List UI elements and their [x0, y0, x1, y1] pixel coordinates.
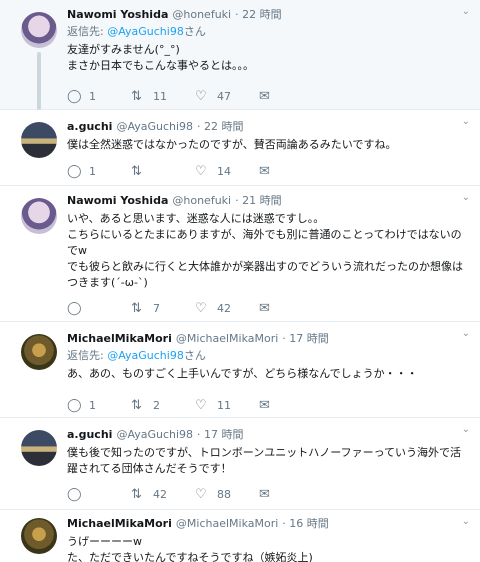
handle[interactable]: @AyaGuchi98: [116, 428, 193, 441]
reply-button[interactable]: ◯: [67, 301, 131, 316]
reply-to: 返信先: @AyaGuchi98さん: [67, 25, 206, 38]
avatar[interactable]: [21, 12, 57, 48]
reply-icon: ◯: [67, 486, 82, 502]
retweet-button[interactable]: ⇅ 11: [131, 89, 195, 104]
timestamp[interactable]: · 22 時間: [197, 120, 244, 133]
tweet-text: 僕も後で知ったのですが、トロンボーンユニットハノーファーっていう海外で活躍されて…: [67, 446, 462, 475]
retweet-button[interactable]: ⇅: [131, 164, 195, 179]
handle[interactable]: @MichaelMikaMori: [176, 332, 278, 345]
reply-to: 返信先: @AyaGuchi98さん: [67, 349, 206, 362]
like-button[interactable]: ♡ 11: [195, 398, 259, 413]
heart-icon: ♡: [195, 163, 207, 179]
like-button[interactable]: ♡ 14: [195, 164, 259, 179]
avatar[interactable]: [21, 430, 57, 466]
envelope-icon: ✉: [259, 88, 270, 104]
envelope-icon: ✉: [259, 163, 270, 179]
retweet-icon: ⇅: [131, 397, 142, 413]
dm-button[interactable]: ✉: [259, 89, 279, 104]
reply-icon: ◯: [67, 300, 82, 316]
handle[interactable]: @honefuki: [172, 8, 231, 21]
heart-icon: ♡: [195, 88, 207, 104]
heart-icon: ♡: [195, 300, 207, 316]
dm-button[interactable]: ✉: [259, 398, 279, 413]
reply-button[interactable]: ◯: [67, 487, 131, 502]
tweet-text: いや、あると思います、迷惑な人には迷惑ですし。。 こちらにいるとたまにありますが…: [67, 212, 463, 289]
avatar[interactable]: [21, 198, 57, 234]
envelope-icon: ✉: [259, 397, 270, 413]
display-name[interactable]: a.guchi: [67, 120, 112, 133]
reply-button[interactable]: ◯ 1: [67, 398, 131, 413]
retweet-icon: ⇅: [131, 163, 142, 179]
thread-line: [37, 52, 41, 110]
timestamp[interactable]: · 16 時間: [282, 517, 329, 530]
reply-icon: ◯: [67, 88, 82, 104]
retweet-button[interactable]: ⇅ 2: [131, 398, 195, 413]
retweet-icon: ⇅: [131, 300, 142, 316]
tweet-text: 僕は全然迷惑ではなかったのですが、賛否両論あるみたいですね。: [67, 138, 397, 151]
like-button[interactable]: ♡ 42: [195, 301, 259, 316]
reply-button[interactable]: ◯ 1: [67, 164, 131, 179]
display-name[interactable]: a.guchi: [67, 428, 112, 441]
timestamp[interactable]: · 17 時間: [282, 332, 329, 345]
avatar[interactable]: [21, 518, 57, 554]
tweet-text: うげーーーーw た、ただできいたんですねそうですね（嫉妬炎上): [67, 535, 313, 562]
dm-button[interactable]: ✉: [259, 164, 279, 179]
like-button[interactable]: ♡ 47: [195, 89, 259, 104]
retweet-button[interactable]: ⇅ 42: [131, 487, 195, 502]
avatar[interactable]: [21, 334, 57, 370]
envelope-icon: ✉: [259, 300, 270, 316]
tweet[interactable]: ⌄ Nawomi Yoshida @honefuki · 21 時間 いや、あると思…: [0, 186, 480, 322]
display-name[interactable]: MichaelMikaMori: [67, 332, 172, 345]
avatar[interactable]: [21, 122, 57, 158]
tweet[interactable]: ⌄ a.guchi @AyaGuchi98 · 22 時間 僕は全然迷惑ではなかった…: [0, 110, 480, 186]
tweet-text: 友達がすみません(°_°) まさか日本でもこんな事やるとは。。。: [67, 43, 254, 72]
reply-to-handle[interactable]: @AyaGuchi98: [107, 349, 184, 362]
display-name[interactable]: Nawomi Yoshida: [67, 8, 168, 21]
display-name[interactable]: Nawomi Yoshida: [67, 194, 168, 207]
heart-icon: ♡: [195, 397, 207, 413]
heart-icon: ♡: [195, 486, 207, 502]
dm-button[interactable]: ✉: [259, 487, 279, 502]
tweet[interactable]: ⌄ MichaelMikaMori @MichaelMikaMori · 17 時間…: [0, 322, 480, 418]
handle[interactable]: @MichaelMikaMori: [176, 517, 278, 530]
tweet[interactable]: ⌄ Nawomi Yoshida @honefuki · 22 時間 返信先: @A…: [0, 0, 480, 110]
reply-icon: ◯: [67, 163, 82, 179]
retweet-icon: ⇅: [131, 88, 142, 104]
retweet-button[interactable]: ⇅ 7: [131, 301, 195, 316]
like-button[interactable]: ♡ 88: [195, 487, 259, 502]
display-name[interactable]: MichaelMikaMori: [67, 517, 172, 530]
dm-button[interactable]: ✉: [259, 301, 279, 316]
timestamp[interactable]: · 17 時間: [197, 428, 244, 441]
retweet-icon: ⇅: [131, 486, 142, 502]
reply-button[interactable]: ◯ 1: [67, 89, 131, 104]
tweet[interactable]: ⌄ a.guchi @AyaGuchi98 · 17 時間 僕も後で知ったのですが、…: [0, 418, 480, 510]
tweet-text: あ、あの、ものすごく上手いんですが、どちら様なんでしょうか・・・: [67, 367, 418, 380]
tweet[interactable]: ⌄ MichaelMikaMori @MichaelMikaMori · 16 時間…: [0, 510, 480, 562]
envelope-icon: ✉: [259, 486, 270, 502]
handle[interactable]: @honefuki: [172, 194, 231, 207]
timestamp[interactable]: · 22 時間: [235, 8, 282, 21]
handle[interactable]: @AyaGuchi98: [116, 120, 193, 133]
reply-to-handle[interactable]: @AyaGuchi98: [107, 25, 184, 38]
reply-icon: ◯: [67, 397, 82, 413]
timestamp[interactable]: · 21 時間: [235, 194, 282, 207]
